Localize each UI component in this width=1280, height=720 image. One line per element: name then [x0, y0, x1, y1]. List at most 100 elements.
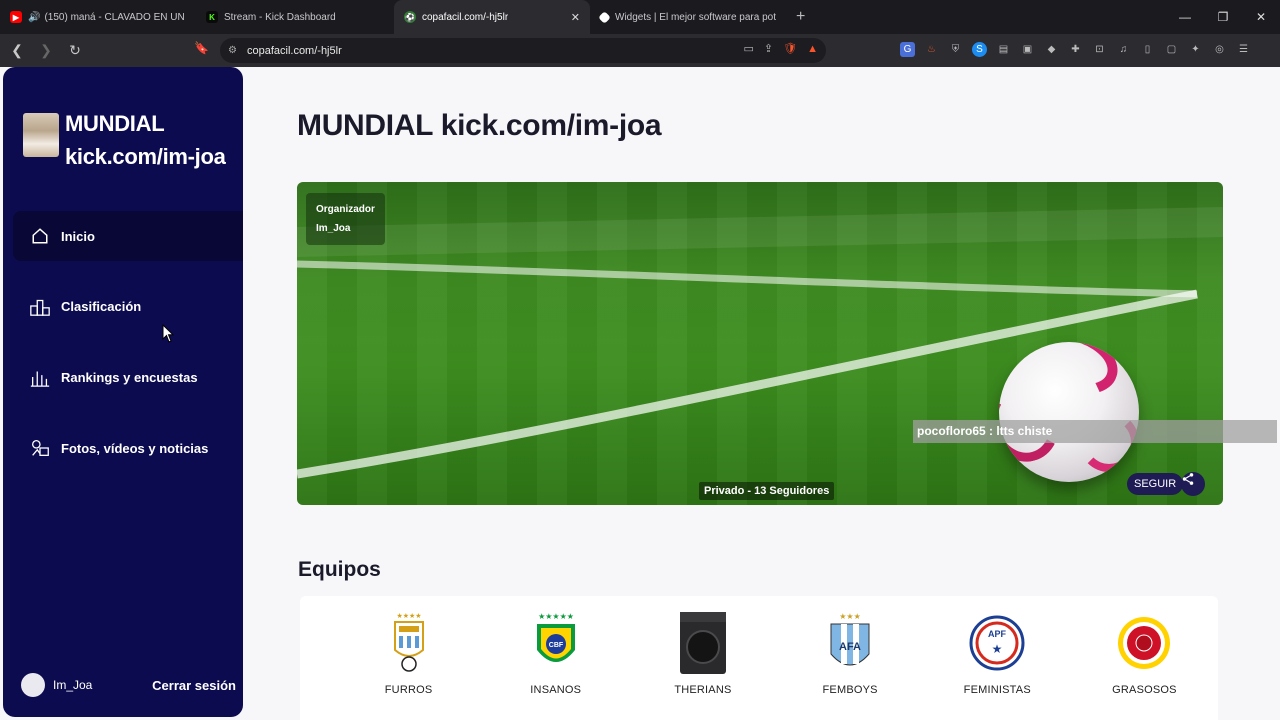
sidebar-title-line2: kick.com/im-joa — [65, 144, 226, 169]
user-name[interactable]: Im_Joa — [53, 678, 92, 692]
svg-text:★: ★ — [992, 642, 1003, 656]
page-viewport: MUNDIAL kick.com/im-joa Inicio Clasifica… — [0, 67, 1280, 720]
reload-icon[interactable]: ↻ — [63, 39, 87, 63]
speaker-icon[interactable]: 🔊 — [28, 12, 40, 23]
organizer-name: Im_Joa — [316, 223, 351, 234]
share-page-icon[interactable]: ⇪ — [764, 42, 773, 55]
teams-heading: Equipos — [298, 558, 381, 581]
sidebar-title: MUNDIAL kick.com/im-joa — [65, 107, 226, 173]
svg-text:AFA: AFA — [839, 641, 861, 653]
team-card[interactable]: ★★★ AFA FEMBOYS — [777, 596, 924, 720]
restore-icon[interactable]: ❐ — [1204, 0, 1242, 34]
svg-text:CBF: CBF — [549, 642, 564, 649]
copafacil-icon: ⚽ — [404, 11, 416, 23]
shield-extension-icon[interactable]: ⛨ — [948, 42, 963, 57]
sidebar-item-inicio[interactable]: Inicio — [13, 211, 243, 261]
sidebar-item-label: Fotos, vídeos y noticias — [61, 440, 209, 456]
translate-icon[interactable]: G — [900, 42, 915, 57]
page-title: MUNDIAL kick.com/im-joa — [297, 109, 662, 142]
site-info-icon[interactable]: ⚙ — [228, 45, 237, 56]
image-extension-icon[interactable]: ▣ — [1020, 42, 1035, 57]
team-card[interactable]: THERIANS — [629, 596, 776, 720]
diamond-extension-icon[interactable]: ◆ — [1044, 42, 1059, 57]
privacy-followers: Privado - 13 Seguidores — [699, 482, 835, 500]
cast-icon[interactable]: ▭ — [744, 42, 754, 55]
youtube-icon: ▶ — [10, 11, 22, 23]
share-button[interactable] — [1181, 472, 1205, 496]
sidebar-item-label: Rankings y encuestas — [61, 369, 198, 385]
sidebar-item-media[interactable]: Fotos, vídeos y noticias — [13, 423, 243, 473]
forward-icon[interactable]: ❯ — [34, 39, 58, 63]
tab-kick-dashboard[interactable]: K Stream - Kick Dashboard — [196, 0, 394, 34]
new-tab-button[interactable]: + — [786, 8, 815, 26]
team-name: FURROS — [384, 684, 433, 696]
argentina-crest-icon: ★★★ AFA — [822, 610, 878, 676]
menu-icon[interactable]: ☰ — [1236, 42, 1251, 57]
user-avatar[interactable] — [21, 673, 45, 697]
washing-machine-icon — [675, 610, 731, 676]
vpn-icon[interactable]: ◎ — [1212, 42, 1227, 57]
tab-title: Stream - Kick Dashboard — [224, 11, 336, 23]
team-name: THERIANS — [674, 684, 732, 696]
puzzle-icon[interactable]: ✚ — [1068, 42, 1083, 57]
sidebar-item-clasificacion[interactable]: Clasificación — [13, 281, 243, 331]
sidebar-item-label: Clasificación — [61, 298, 142, 314]
close-tab-icon[interactable]: ✕ — [563, 11, 580, 24]
extensions-toolbar: G ♨ ⛨ S ▤ ▣ ◆ ✚ ⊡ ♫ ▯ ▢ ✦ ◎ ☰ — [900, 42, 1251, 57]
paraguay-crest-icon: APF ★ — [969, 610, 1025, 676]
stream-chat-overlay: pocofloro65 : ltts chiste — [913, 420, 1277, 443]
blue-extension-icon[interactable]: S — [972, 42, 987, 57]
brave-shields-icon[interactable]: 🛡 — [783, 42, 797, 55]
url-field[interactable]: ⚙ copafacil.com/-hj5lr ▭ ⇪ 🛡 ▲ — [220, 38, 826, 63]
team-card[interactable]: APF ★ FEMINISTAS — [924, 596, 1071, 720]
soccer-ball-image — [999, 342, 1139, 482]
team-card[interactable]: ★★★★★ CBF INSANOS — [482, 596, 629, 720]
team-name: INSANOS — [530, 684, 582, 696]
sidebar-item-rankings[interactable]: Rankings y encuestas — [13, 352, 243, 402]
follow-button[interactable]: SEGUIR — [1127, 473, 1184, 495]
tab-youtube[interactable]: ▶ 🔊 (150) maná - CLAVADO EN UN BA — [0, 0, 196, 34]
svg-text:★★★★★: ★★★★★ — [538, 612, 574, 621]
back-icon[interactable]: ❮ — [5, 39, 29, 63]
fire-extension-icon[interactable]: ♨ — [924, 42, 939, 57]
organizer-label: Organizador — [316, 204, 375, 215]
sidebar-item-label: Inicio — [61, 228, 95, 244]
tournament-banner: Organizador Im_Joa Privado - 13 Seguidor… — [297, 182, 1223, 505]
media-icon — [29, 437, 51, 459]
svg-text:★★★: ★★★ — [839, 612, 861, 621]
team-name: GRASOSOS — [1112, 684, 1177, 696]
tab-title: Widgets | El mejor software para pote — [615, 11, 776, 23]
document-extension-icon[interactable]: ▤ — [996, 42, 1011, 57]
brave-rewards-icon[interactable]: ▲ — [807, 43, 818, 55]
uruguay-crest-icon: ★★★★ — [381, 610, 437, 676]
url-text[interactable]: copafacil.com/-hj5lr — [247, 45, 342, 57]
tab-title: copafacil.com/-hj5lr — [422, 11, 509, 23]
address-bar-row: ❮ ❯ ↻ 🔖 ⚙ copafacil.com/-hj5lr ▭ ⇪ 🛡 ▲ G… — [0, 34, 1280, 67]
minimize-icon[interactable]: — — [1166, 0, 1204, 34]
sidebar-toggle-icon[interactable]: ▯ — [1140, 42, 1155, 57]
team-card[interactable]: GRASOSOS — [1071, 596, 1218, 720]
url-actions: ▭ ⇪ 🛡 ▲ — [744, 42, 818, 56]
organizer-badge[interactable]: Organizador Im_Joa — [306, 193, 385, 245]
browser-tab-bar: ▶ 🔊 (150) maná - CLAVADO EN UN BA K Stre… — [0, 0, 1280, 34]
tab-widgets[interactable]: Widgets | El mejor software para pote — [590, 0, 786, 34]
music-icon[interactable]: ♫ — [1116, 42, 1131, 57]
tab-title: (150) maná - CLAVADO EN UN BA — [44, 11, 186, 23]
wallet-icon[interactable]: ▢ — [1164, 42, 1179, 57]
team-card[interactable]: ★★★★ FURROS — [335, 596, 482, 720]
leo-ai-icon[interactable]: ✦ — [1188, 42, 1203, 57]
teams-list: ★★★★ FURROS ★★★★★ CBF INSANOS THERIANS ★… — [300, 596, 1218, 720]
svg-text:★★★★: ★★★★ — [396, 612, 421, 620]
team-name: FEMBOYS — [822, 684, 878, 696]
tab-copafacil[interactable]: ⚽ copafacil.com/-hj5lr ✕ — [394, 0, 590, 34]
sidebar-brand[interactable]: MUNDIAL kick.com/im-joa — [23, 107, 226, 173]
sidebar-title-line1: MUNDIAL — [65, 111, 165, 136]
bookmark-icon[interactable]: 🔖 — [194, 41, 209, 55]
home-icon — [29, 225, 51, 247]
kick-icon: K — [206, 11, 218, 23]
svg-text:APF: APF — [988, 629, 1007, 639]
logout-button[interactable]: Cerrar sesión — [152, 678, 236, 693]
share-icon — [1182, 473, 1194, 485]
close-window-icon[interactable]: ✕ — [1242, 0, 1280, 34]
wallet-extension-icon[interactable]: ⊡ — [1092, 42, 1107, 57]
